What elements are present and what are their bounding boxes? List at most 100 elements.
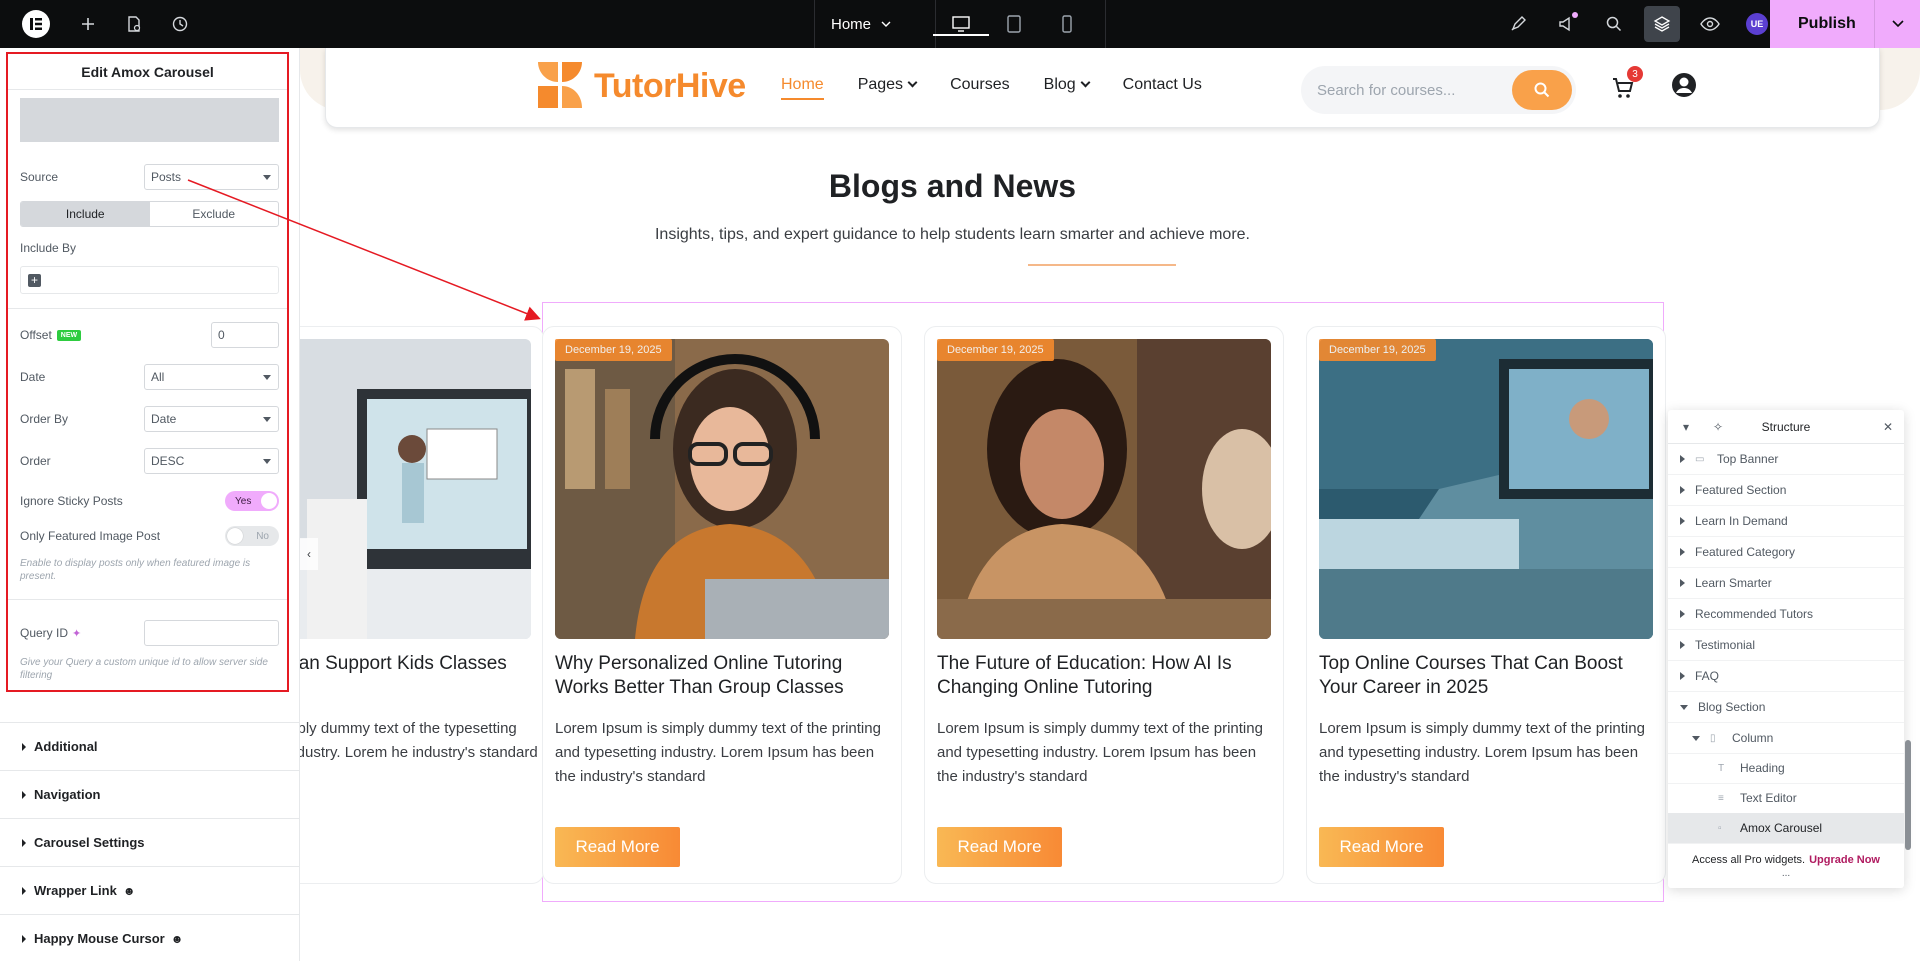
blog-card-image (555, 339, 889, 639)
ignore-sticky-toggle[interactable]: Yes (225, 491, 279, 511)
section-label: Wrapper Link (34, 883, 117, 898)
structure-item-featured-category[interactable]: Featured Category (1668, 537, 1904, 568)
offset-label-wrap: Offset NEW (20, 328, 211, 342)
nav-pages[interactable]: Pages (858, 76, 918, 100)
structure-item-learn-smarter[interactable]: Learn Smarter (1668, 568, 1904, 599)
nav-blog[interactable]: Blog (1043, 76, 1091, 100)
structure-item-label: Learn In Demand (1695, 514, 1788, 528)
blog-card-title[interactable]: The Future of Education: How AI Is Chang… (937, 652, 1271, 700)
structure-header: ▾ ✧ Structure ✕ (1668, 410, 1904, 444)
structure-title: Structure (1761, 419, 1811, 434)
structure-item-label: Featured Section (1695, 483, 1787, 497)
source-select[interactable]: Posts (144, 164, 279, 190)
caret-down-icon (1680, 704, 1688, 710)
upgrade-now-link[interactable]: Upgrade Now (1809, 854, 1880, 866)
cart-icon[interactable]: 3 (1611, 66, 1643, 100)
mobile-icon[interactable] (1055, 12, 1079, 36)
blog-card: December 19, 2025 Why Personalized Onlin… (542, 326, 902, 884)
carousel-prev-arrow-icon[interactable]: ‹ (300, 538, 318, 570)
preview-eye-icon[interactable] (1686, 0, 1734, 48)
control-placeholder-block (20, 98, 279, 142)
heading-icon: T (1718, 762, 1725, 774)
section-wrapper-link[interactable]: Wrapper Link ☻ (0, 866, 300, 914)
section-additional[interactable]: Additional (0, 722, 300, 770)
order-by-label: Order By (20, 412, 69, 426)
section-navigation[interactable]: Navigation (0, 770, 300, 818)
user-avatar[interactable]: UE (1746, 13, 1768, 35)
structure-layers-icon[interactable] (1644, 6, 1680, 42)
announcements-icon[interactable] (1542, 0, 1590, 48)
search-button[interactable] (1512, 70, 1572, 110)
blog-card-title[interactable]: Can Support Kids Classes (300, 652, 545, 676)
structure-item-text-editor[interactable]: ≡ Text Editor (1668, 783, 1904, 814)
more-indicator: ... (1781, 868, 1791, 879)
blog-card-title[interactable]: Top Online Courses That Can Boost Your C… (1319, 652, 1653, 700)
tab-exclude[interactable]: Exclude (150, 202, 279, 226)
page-selector[interactable]: Home (814, 0, 936, 48)
read-more-button[interactable]: Read More (1319, 827, 1444, 867)
tablet-icon[interactable] (1002, 12, 1026, 36)
canvas-scrollbar[interactable] (1905, 740, 1911, 850)
carousel-icon: ▫ (1718, 822, 1722, 834)
section-icon: ▭ (1695, 453, 1705, 465)
blog-card-image (1319, 339, 1653, 639)
date-select[interactable]: All (144, 364, 279, 390)
featured-image-toggle[interactable]: No (225, 526, 279, 546)
blog-card-title[interactable]: Why Personalized Online Tutoring Works B… (555, 652, 889, 700)
offset-input[interactable]: 0 (211, 322, 279, 348)
nav-contact[interactable]: Contact Us (1123, 76, 1202, 100)
logo-text: TutorHive (594, 66, 746, 105)
structure-item-amox-carousel[interactable]: ▫ Amox Carousel (1668, 813, 1904, 844)
structure-item-column[interactable]: ▯ Column (1668, 723, 1904, 754)
ignore-sticky-row: Ignore Sticky Posts Yes (20, 491, 279, 511)
column-icon: ▯ (1710, 732, 1716, 744)
source-row: Source Posts (20, 164, 279, 190)
nav-home[interactable]: Home (781, 76, 824, 100)
caret-right-icon (22, 886, 26, 895)
structure-item-heading[interactable]: T Heading (1668, 753, 1904, 784)
search-icon[interactable] (1590, 0, 1638, 48)
elementor-logo-icon[interactable] (22, 10, 50, 38)
include-by-field[interactable]: + (20, 266, 279, 294)
structure-item-learn-in-demand[interactable]: Learn In Demand (1668, 506, 1904, 537)
blog-card-date: December 19, 2025 (937, 339, 1054, 361)
order-by-select[interactable]: Date (144, 406, 279, 432)
section-happy-mouse-cursor[interactable]: Happy Mouse Cursor ☻ (0, 914, 300, 962)
structure-item-featured-section[interactable]: Featured Section (1668, 475, 1904, 506)
page-selector-label: Home (831, 15, 872, 33)
structure-item-recommended-tutors[interactable]: Recommended Tutors (1668, 599, 1904, 630)
history-icon[interactable] (168, 12, 192, 36)
source-label: Source (20, 170, 59, 184)
chevron-down-icon (1080, 77, 1091, 88)
rocket-icon[interactable] (1494, 0, 1542, 48)
happy-addons-icon: ☻ (170, 931, 184, 946)
publish-button[interactable]: Publish (1770, 0, 1920, 48)
tab-include[interactable]: Include (21, 202, 150, 226)
course-search-input[interactable]: Search for courses... (1301, 66, 1576, 114)
account-icon[interactable] (1671, 72, 1697, 98)
caret-right-icon (1680, 610, 1685, 618)
read-more-button[interactable]: Read More (555, 827, 680, 867)
structure-item-top-banner[interactable]: ▭ Top Banner (1668, 444, 1904, 475)
structure-item-blog-section[interactable]: Blog Section (1668, 692, 1904, 723)
close-icon[interactable]: ✕ (1880, 419, 1896, 435)
section-label: Additional (34, 739, 98, 754)
caret-right-icon (22, 838, 26, 847)
ai-sparkle-icon[interactable]: ✦ (72, 628, 81, 640)
section-carousel-settings[interactable]: Carousel Settings (0, 818, 300, 866)
desktop-icon[interactable] (932, 12, 989, 36)
structure-item-faq[interactable]: FAQ (1668, 661, 1904, 692)
site-logo[interactable]: TutorHive (534, 58, 746, 114)
nav-courses[interactable]: Courses (950, 76, 1010, 100)
structure-item-label: Amox Carousel (1740, 821, 1823, 835)
page-settings-icon[interactable] (122, 12, 146, 36)
plus-icon[interactable]: + (28, 274, 41, 287)
publish-options-chevron-icon[interactable] (1874, 0, 1920, 48)
query-id-input[interactable] (144, 620, 279, 646)
chevron-down-icon (907, 77, 918, 88)
read-more-button[interactable]: Read More (937, 827, 1062, 867)
order-select[interactable]: DESC (144, 448, 279, 474)
add-element-icon[interactable] (76, 12, 100, 36)
nav-blog-label: Blog (1043, 76, 1076, 93)
structure-item-testimonial[interactable]: Testimonial (1668, 630, 1904, 661)
